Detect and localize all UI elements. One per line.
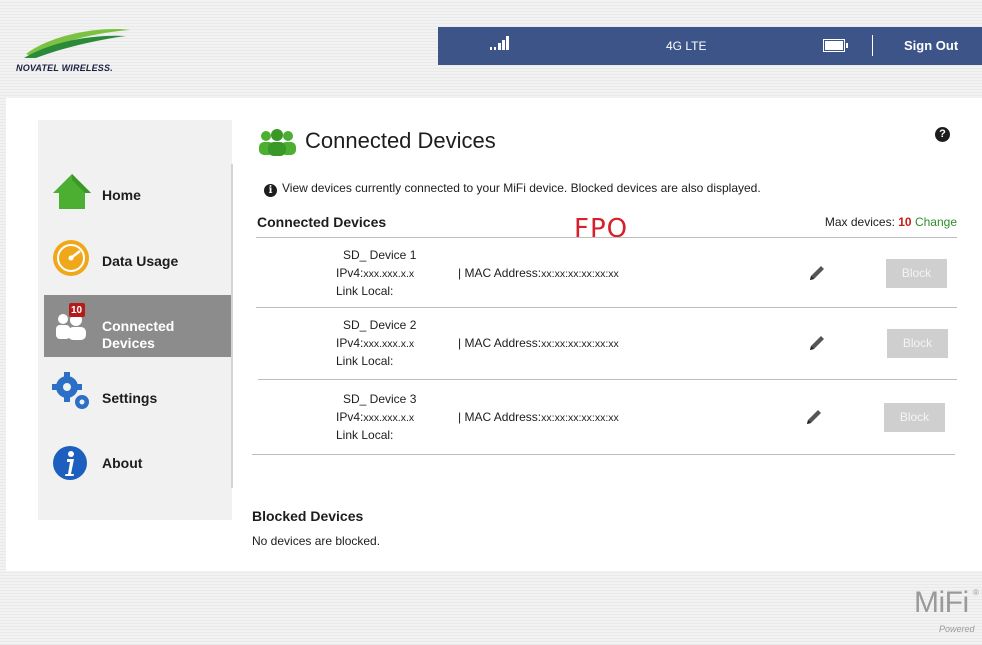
device-row: SD_ Device 3 IPv4:xxx.xxx.x.x | MAC Addr… [336,392,756,444]
info-text: View devices currently connected to your… [282,181,761,195]
settings-gears-icon [52,372,89,409]
mac-value: xx:xx:xx:xx:xx:xx [541,338,619,350]
mac-label: | MAC Address: [458,410,542,424]
device-mac: | MAC Address:xx:xx:xx:xx:xx:xx [458,410,619,424]
sidebar-item-home[interactable]: Home [44,163,231,225]
device-ipv4: IPv4:xxx.xxx.x.x [336,336,414,350]
max-devices-value: 10 [898,215,912,229]
fpo-watermark: FPO [574,214,629,244]
page-title: Connected Devices [305,128,496,153]
mac-value: xx:xx:xx:xx:xx:xx [541,268,619,280]
novatel-swoosh-icon [24,29,130,58]
edit-pencil-icon[interactable] [808,264,826,282]
sidebar-item-label: Connected [102,318,175,334]
max-devices: Max devices: 10 Change [825,215,957,229]
novatel-logo: NOVATEL WIRELESS. [16,24,136,84]
device-link-local: Link Local: [336,428,394,442]
blocked-devices-text: No devices are blocked. [252,534,381,548]
battery-full-icon [823,39,848,52]
ipv4-label: IPv4: [336,336,364,350]
divider [256,237,957,238]
mifi-powered-text: Powered [939,624,975,634]
help-icon[interactable]: ? [935,127,950,142]
mac-value: xx:xx:xx:xx:xx:xx [541,412,619,424]
block-button[interactable]: Block [884,403,945,432]
sidebar-item-label: Home [102,187,141,203]
signal-bars-icon [490,36,509,50]
max-devices-label: Max devices: [824,215,895,229]
divider [258,379,957,380]
info-icon [53,446,87,480]
ipv4-value: xxx.xxx.x.x [363,268,415,280]
data-usage-gauge-icon [53,240,89,276]
home-icon [53,174,91,209]
block-button[interactable]: Block [886,259,947,288]
info-circle-icon: i [264,184,277,197]
sign-out-link[interactable]: Sign Out [904,38,958,53]
sidebar-item-label: About [102,455,143,471]
edit-pencil-icon[interactable] [808,334,826,352]
edit-pencil-icon[interactable] [805,408,823,426]
connected-devices-title-icon [259,129,296,156]
ipv4-value: xxx.xxx.x.x [363,338,415,350]
info-message: i View devices currently connected to you… [264,181,761,197]
mac-label: | MAC Address: [458,266,542,280]
device-name: SD_ Device 2 [343,318,417,332]
ipv4-label: IPv4: [336,410,364,424]
device-ipv4: IPv4:xxx.xxx.x.x [336,410,414,424]
connected-devices-heading: Connected Devices [257,214,387,230]
sidebar-item-settings[interactable]: Settings [44,368,231,430]
sidebar-divider [231,164,233,488]
connected-count-badge: 10 [71,305,83,316]
block-button[interactable]: Block [887,329,948,358]
device-link-local: Link Local: [336,354,394,368]
device-name: SD_ Device 3 [343,392,417,406]
device-mac: | MAC Address:xx:xx:xx:xx:xx:xx [458,266,619,280]
divider [256,307,957,308]
device-link-local: Link Local: [336,284,394,298]
sidebar-item-data-usage[interactable]: Data Usage [44,229,231,291]
mac-label: | MAC Address: [458,336,542,350]
mifi-logo: MiFi [914,586,969,619]
sidebar-item-label: Settings [102,390,158,406]
device-mac: | MAC Address:xx:xx:xx:xx:xx:xx [458,336,619,350]
divider [252,454,955,455]
registered-mark: ® [973,588,979,597]
sidebar-item-connected-devices[interactable]: 10 Connected Devices [44,295,231,357]
status-bar: 4G LTE Sign Out [438,27,982,65]
change-link[interactable]: Change [915,215,957,229]
sidebar-item-label: Data Usage [102,253,179,269]
device-name: SD_ Device 1 [343,248,417,262]
ipv4-label: IPv4: [336,266,364,280]
device-row: SD_ Device 2 IPv4:xxx.xxx.x.x | MAC Addr… [336,318,756,370]
device-ipv4: IPv4:xxx.xxx.x.x [336,266,414,280]
logo-text: NOVATEL WIRELESS. [16,63,113,73]
sidebar-item-label-line2: Devices [102,335,155,351]
ipv4-value: xxx.xxx.x.x [363,412,415,424]
network-type: 4G LTE [666,39,707,53]
blocked-devices-heading: Blocked Devices [252,508,364,524]
divider [872,35,873,56]
sidebar-item-about[interactable]: About [44,432,231,494]
device-row: SD_ Device 1 IPv4:xxx.xxx.x.x | MAC Addr… [336,248,756,300]
